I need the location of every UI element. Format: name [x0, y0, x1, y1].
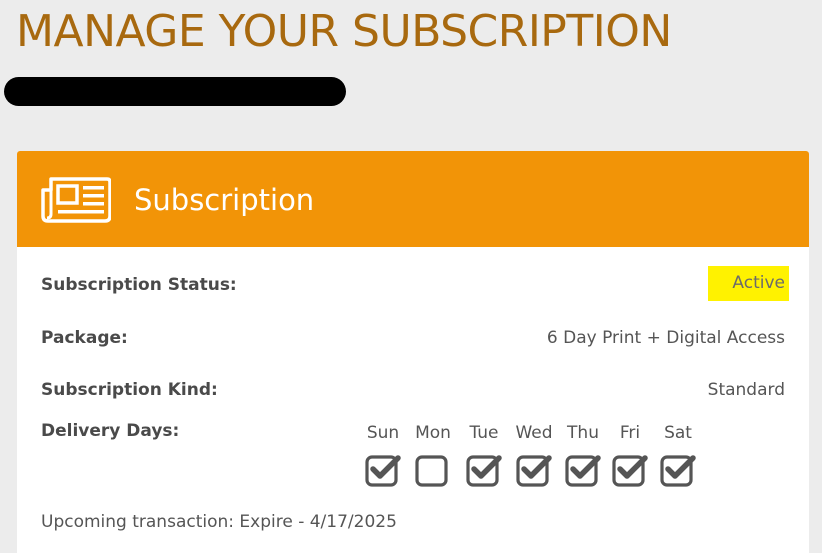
checkmark-icon [471, 455, 502, 479]
day-checkbox[interactable] [415, 454, 451, 488]
day-checkbox[interactable] [466, 454, 502, 488]
card-header: Subscription [17, 151, 809, 247]
package-value: 6 Day Print + Digital Access [546, 328, 785, 348]
redaction-bar [4, 77, 346, 106]
checkmark-icon [521, 455, 552, 479]
day-name: Thu [567, 423, 599, 443]
checkmark-icon [617, 455, 648, 479]
subscription-card: Subscription Subscription Status: Active… [17, 151, 809, 553]
day-name: Sun [366, 423, 400, 443]
day-name: Fri [619, 423, 641, 443]
day-checkbox[interactable] [660, 454, 696, 488]
newspaper-icon [41, 177, 111, 223]
card-title: Subscription [134, 183, 315, 217]
day-checkbox[interactable] [365, 454, 401, 488]
upcoming-transaction: Upcoming transaction: Expire - 4/17/2025 [41, 512, 397, 532]
day-name: Sat [664, 423, 692, 443]
checkbox-box [415, 455, 448, 487]
day-checkbox[interactable] [565, 454, 601, 488]
day-checkbox[interactable] [612, 454, 648, 488]
day-name: Mon [415, 423, 451, 443]
kind-value: Standard [707, 380, 785, 400]
day-checkbox[interactable] [516, 454, 552, 488]
package-label: Package: [41, 328, 128, 348]
page: MANAGE YOUR SUBSCRIPTION Subscription Su… [0, 0, 822, 553]
checkmark-icon [370, 455, 401, 479]
checkmark-icon [665, 455, 696, 479]
status-badge: Active [708, 266, 789, 301]
status-label: Subscription Status: [41, 275, 237, 295]
kind-label: Subscription Kind: [41, 380, 218, 400]
delivery-label: Delivery Days: [41, 421, 180, 441]
checkmark-icon [570, 455, 601, 479]
page-title: MANAGE YOUR SUBSCRIPTION [16, 6, 672, 57]
day-name: Tue [469, 423, 499, 443]
day-name: Wed [515, 423, 553, 443]
